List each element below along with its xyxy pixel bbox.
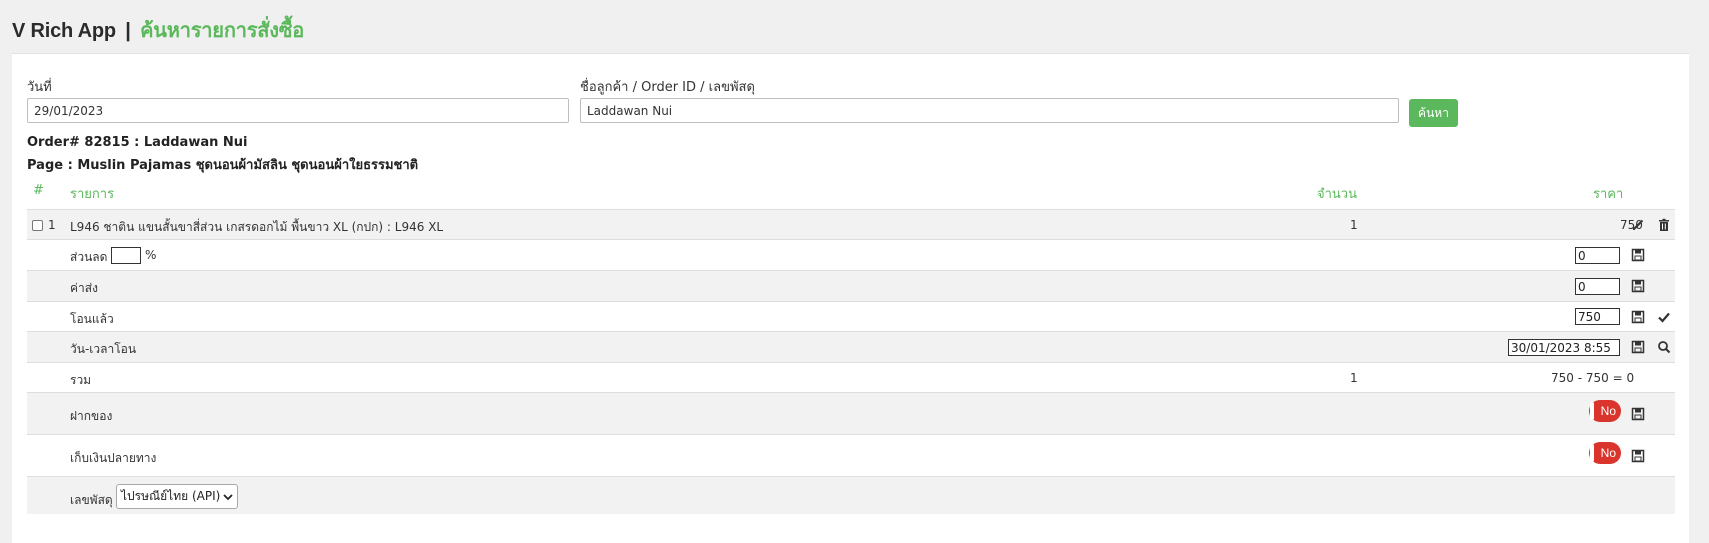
deposit-toggle[interactable]: No [1589, 400, 1621, 422]
item-name: L946 ชาติน แขนสั้นขาสี่ส่วน เกสรดอกไม้ พ… [70, 220, 444, 234]
deposit-row: ฝากของ No [27, 392, 1675, 434]
save-icon[interactable] [1631, 407, 1645, 421]
item-index: 1 [48, 218, 56, 232]
page-header: V Rich App | ค้นหารายการสั่งซื้อ [12, 14, 304, 46]
shipping-label: ค่าส่ง [70, 281, 98, 295]
carrier-selected: ไปรษณีย์ไทย (API) [121, 489, 221, 503]
discount-value-input[interactable] [1575, 247, 1620, 264]
app-title: V Rich App [12, 20, 116, 42]
discount-row: ส่วนลด % [27, 239, 1675, 270]
save-icon[interactable] [1631, 248, 1645, 262]
deposit-label: ฝากของ [70, 409, 113, 423]
paid-time-input[interactable] [1508, 339, 1620, 356]
paid-label: โอนแล้ว [70, 312, 114, 326]
trash-icon[interactable] [1657, 218, 1671, 232]
date-input[interactable] [27, 98, 569, 123]
order-title: Order# 82815 : Laddawan Nui [27, 135, 248, 150]
total-row: รวม 1 750 - 750 = 0 [27, 362, 1675, 392]
toggle-knob [1590, 444, 1594, 462]
shipping-row: ค่าส่ง [27, 270, 1675, 301]
shipping-value-input[interactable] [1575, 278, 1620, 295]
col-price: ราคา [1593, 187, 1624, 202]
carrier-select[interactable]: ไปรษณีย์ไทย (API) [116, 484, 238, 509]
check-icon[interactable] [1657, 310, 1671, 324]
table-row: 1 L946 ชาติน แขนสั้นขาสี่ส่วน เกสรดอกไม้… [27, 209, 1675, 239]
chevron-down-icon [223, 493, 233, 500]
total-formula: 750 - 750 = 0 [1551, 371, 1635, 385]
save-icon[interactable] [1631, 340, 1645, 354]
col-num: # [33, 183, 44, 198]
toggle-knob [1590, 402, 1594, 420]
query-label: ชื่อลูกค้า / Order ID / เลขพัสดุ [580, 80, 755, 95]
paid-value-input[interactable] [1575, 308, 1620, 325]
tracking-label: เลขพัสดุ [70, 493, 113, 507]
discount-label: ส่วนลด [70, 250, 108, 264]
col-item: รายการ [70, 187, 115, 202]
search-icon[interactable] [1657, 340, 1671, 354]
save-icon[interactable] [1631, 279, 1645, 293]
col-qty: จำนวน [1317, 187, 1357, 202]
date-label: วันที่ [27, 80, 52, 95]
paid-time-row: วัน-เวลาโอน [27, 331, 1675, 362]
tracking-row: เลขพัสดุ ไปรษณีย์ไทย (API) [27, 476, 1675, 514]
paid-time-label: วัน-เวลาโอน [70, 342, 137, 356]
item-qty: 1 [1350, 218, 1358, 232]
order-page: Page : Muslin Pajamas ชุดนอนผ้ามัสลิน ชุ… [27, 158, 419, 173]
total-label: รวม [70, 373, 92, 387]
item-checkbox[interactable] [32, 220, 43, 231]
discount-percent-input[interactable] [111, 247, 141, 264]
search-button[interactable]: ค้นหา [1409, 99, 1458, 127]
cod-row: เก็บเงินปลายทาง No [27, 434, 1675, 476]
percent-unit: % [145, 248, 157, 262]
title-separator: | [125, 20, 131, 42]
search-input[interactable] [580, 98, 1399, 123]
edit-icon[interactable] [1631, 218, 1645, 232]
cod-toggle-text: No [1600, 446, 1616, 460]
deposit-toggle-text: No [1600, 404, 1616, 418]
save-icon[interactable] [1631, 449, 1645, 463]
cod-toggle[interactable]: No [1589, 442, 1621, 464]
total-qty: 1 [1350, 371, 1358, 385]
paid-row: โอนแล้ว [27, 301, 1675, 331]
cod-label: เก็บเงินปลายทาง [70, 451, 157, 465]
page-title: ค้นหารายการสั่งซื้อ [140, 20, 305, 42]
save-icon[interactable] [1631, 310, 1645, 324]
